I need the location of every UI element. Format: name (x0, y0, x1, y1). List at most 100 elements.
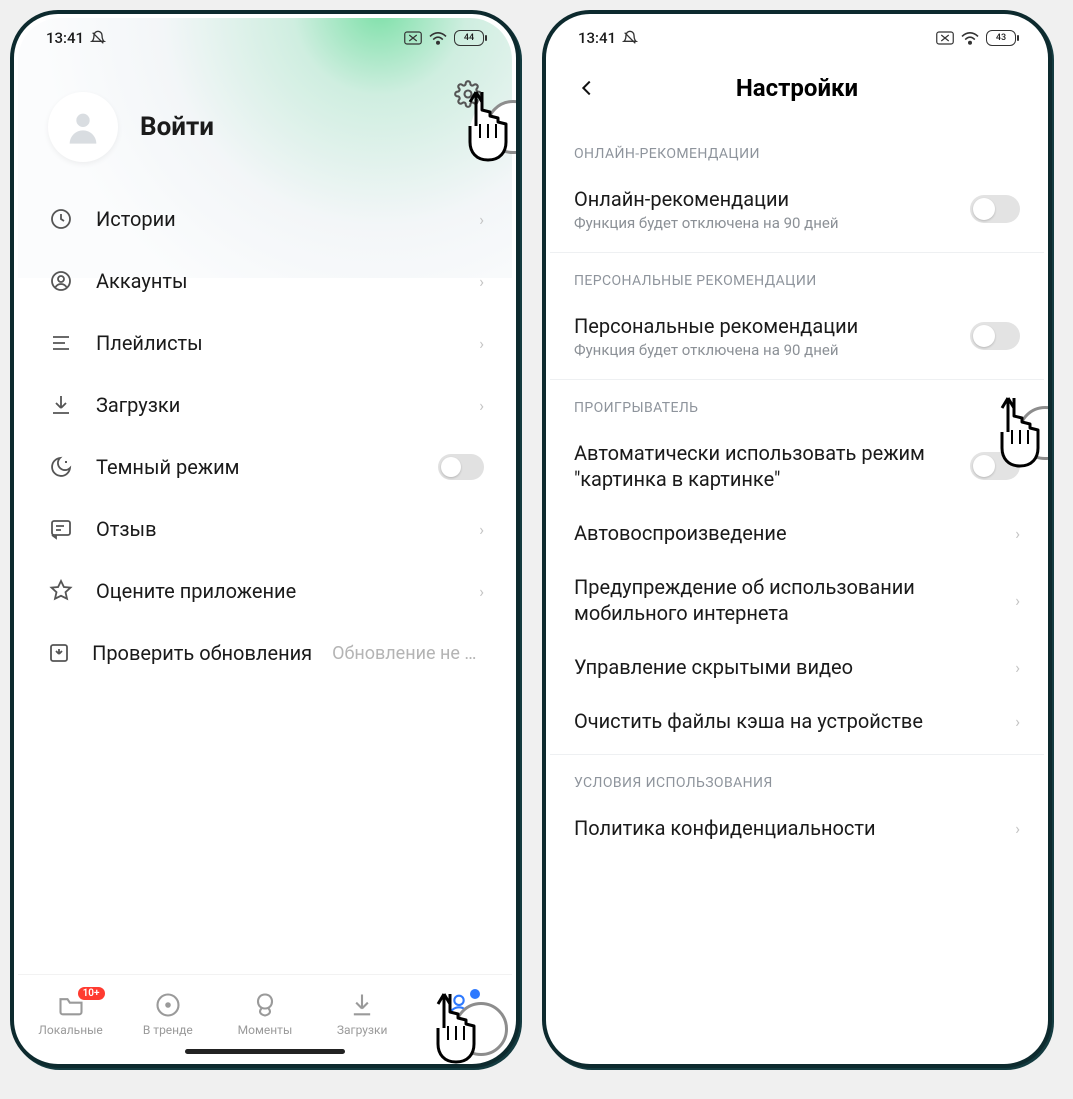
chevron-right-icon: › (479, 334, 484, 353)
login-label: Войти (140, 112, 214, 142)
tab-trending[interactable]: В тренде (123, 991, 213, 1037)
tab-label: В тренде (143, 1023, 193, 1037)
row-title: Автовоспроизведение (574, 520, 1003, 546)
user-icon (46, 266, 76, 296)
menu-label: Оцените приложение (96, 579, 459, 603)
row-mobile-warning[interactable]: Предупреждение об использовании мобильно… (574, 560, 1020, 640)
row-privacy-policy[interactable]: Политика конфиденциальности › (574, 801, 1020, 841)
row-title: Управление скрытыми видео (574, 654, 1003, 680)
compass-icon (154, 991, 182, 1019)
home-indicator (185, 1049, 345, 1054)
menu-accounts[interactable]: Аккаунты › (36, 250, 494, 312)
menu-playlists[interactable]: Плейлисты › (36, 312, 494, 374)
section-online-rec: ОНЛАЙН-РЕКОМЕНДАЦИИ (574, 132, 1020, 172)
row-subtitle: Функция будет отключена на 90 дней (574, 341, 970, 359)
status-bar: 13:41 43 (550, 18, 1044, 58)
profile-icon (445, 991, 473, 1019)
row-autoplay[interactable]: Автовоспроизведение › (574, 506, 1020, 560)
list-icon (46, 328, 76, 358)
row-title: Персональные рекомендации (574, 313, 970, 339)
clock-icon (46, 204, 76, 234)
section-personal-rec: ПЕРСОНАЛЬНЫЕ РЕКОМЕНДАЦИИ (574, 259, 1020, 299)
settings-icon[interactable] (450, 76, 486, 112)
tab-profile[interactable]: Пр (414, 991, 504, 1037)
online-rec-toggle[interactable] (970, 195, 1020, 223)
battery-icon: 44 (454, 30, 484, 46)
menu-history[interactable]: Истории › (36, 188, 494, 250)
status-time: 13:41 (46, 29, 84, 47)
row-hidden-videos[interactable]: Управление скрытыми видео › (574, 640, 1020, 694)
pip-toggle[interactable] (970, 452, 1020, 480)
bottom-tabs: 10+ Локальные В тренде Моменты Загрузки … (18, 974, 512, 1060)
dnd-icon (90, 30, 106, 46)
chevron-right-icon: › (479, 396, 484, 415)
tab-label: Локальные (38, 1023, 102, 1037)
chevron-right-icon: › (479, 582, 484, 601)
dark-mode-toggle[interactable] (438, 454, 484, 480)
wifi-icon (428, 30, 448, 46)
row-personal-recommendations: Персональные рекомендации Функция будет … (574, 299, 1020, 373)
download-icon (46, 390, 76, 420)
moon-icon (46, 452, 76, 482)
dnd-icon (622, 30, 638, 46)
menu-feedback[interactable]: Отзыв › (36, 498, 494, 560)
chevron-right-icon: › (1015, 819, 1020, 838)
tab-label: Пр (452, 1023, 467, 1037)
row-title: Политика конфиденциальности (574, 815, 1003, 841)
status-bar: 13:41 44 (18, 18, 512, 58)
personal-rec-toggle[interactable] (970, 322, 1020, 350)
row-title: Предупреждение об использовании мобильно… (574, 574, 1003, 626)
chevron-right-icon: › (479, 520, 484, 539)
page-title: Настройки (736, 74, 858, 102)
menu-label: Отзыв (96, 517, 459, 541)
chevron-right-icon: › (1015, 712, 1020, 731)
back-button[interactable] (570, 71, 604, 105)
row-title: Автоматически использовать режим "картин… (574, 440, 970, 492)
tab-label: Загрузки (337, 1023, 388, 1037)
separator (550, 252, 1044, 253)
row-online-recommendations: Онлайн-рекомендации Функция будет отключ… (574, 172, 1020, 246)
wifi-icon (960, 30, 980, 46)
dot-indicator (470, 989, 480, 999)
section-terms: УСЛОВИЯ ИСПОЛЬЗОВАНИЯ (574, 761, 1020, 801)
tab-label: Моменты (238, 1023, 293, 1037)
row-title: Очистить файлы кэша на устройстве (574, 708, 1003, 734)
chevron-right-icon: › (1015, 524, 1020, 543)
no-sim-icon (936, 31, 954, 45)
row-title: Онлайн-рекомендации (574, 186, 970, 212)
menu-check-updates[interactable]: Проверить обновления Обновление не тре..… (36, 622, 494, 684)
chat-icon (46, 514, 76, 544)
menu-label: Проверить обновления (92, 641, 312, 665)
update-status-text: Обновление не тре... (332, 643, 484, 664)
section-player: ПРОИГРЫВАТЕЛЬ (574, 386, 1020, 426)
menu-dark-mode[interactable]: Темный режим (36, 436, 494, 498)
profile-header[interactable]: Войти (18, 58, 512, 188)
chevron-right-icon: › (479, 210, 484, 229)
menu-label: Аккаунты (96, 269, 459, 293)
separator (550, 379, 1044, 380)
menu-downloads[interactable]: Загрузки › (36, 374, 494, 436)
badge: 10+ (78, 987, 105, 1000)
menu-label: Загрузки (96, 393, 459, 417)
avatar (48, 92, 118, 162)
update-icon (46, 638, 72, 668)
menu-rate-app[interactable]: Оцените приложение › (36, 560, 494, 622)
row-pip: Автоматически использовать режим "картин… (574, 426, 1020, 506)
tab-moments[interactable]: Моменты (220, 991, 310, 1037)
tab-local[interactable]: 10+ Локальные (26, 991, 116, 1037)
phone-left: 13:41 44 Войти (10, 10, 520, 1068)
phone-right: 13:41 43 Настройки ОНЛАЙН-РЕКОМЕНДАЦИИ (542, 10, 1052, 1068)
tab-downloads[interactable]: Загрузки (317, 991, 407, 1037)
separator (550, 754, 1044, 755)
settings-header: Настройки (550, 58, 1044, 118)
row-subtitle: Функция будет отключена на 90 дней (574, 214, 970, 232)
status-time: 13:41 (578, 29, 616, 47)
chevron-right-icon: › (1015, 658, 1020, 677)
row-clear-cache[interactable]: Очистить файлы кэша на устройстве › (574, 694, 1020, 748)
moments-icon (251, 991, 279, 1019)
download-icon (348, 991, 376, 1019)
menu-label: Темный режим (96, 455, 418, 479)
battery-icon: 43 (986, 30, 1016, 46)
star-icon (46, 576, 76, 606)
chevron-right-icon: › (479, 272, 484, 291)
